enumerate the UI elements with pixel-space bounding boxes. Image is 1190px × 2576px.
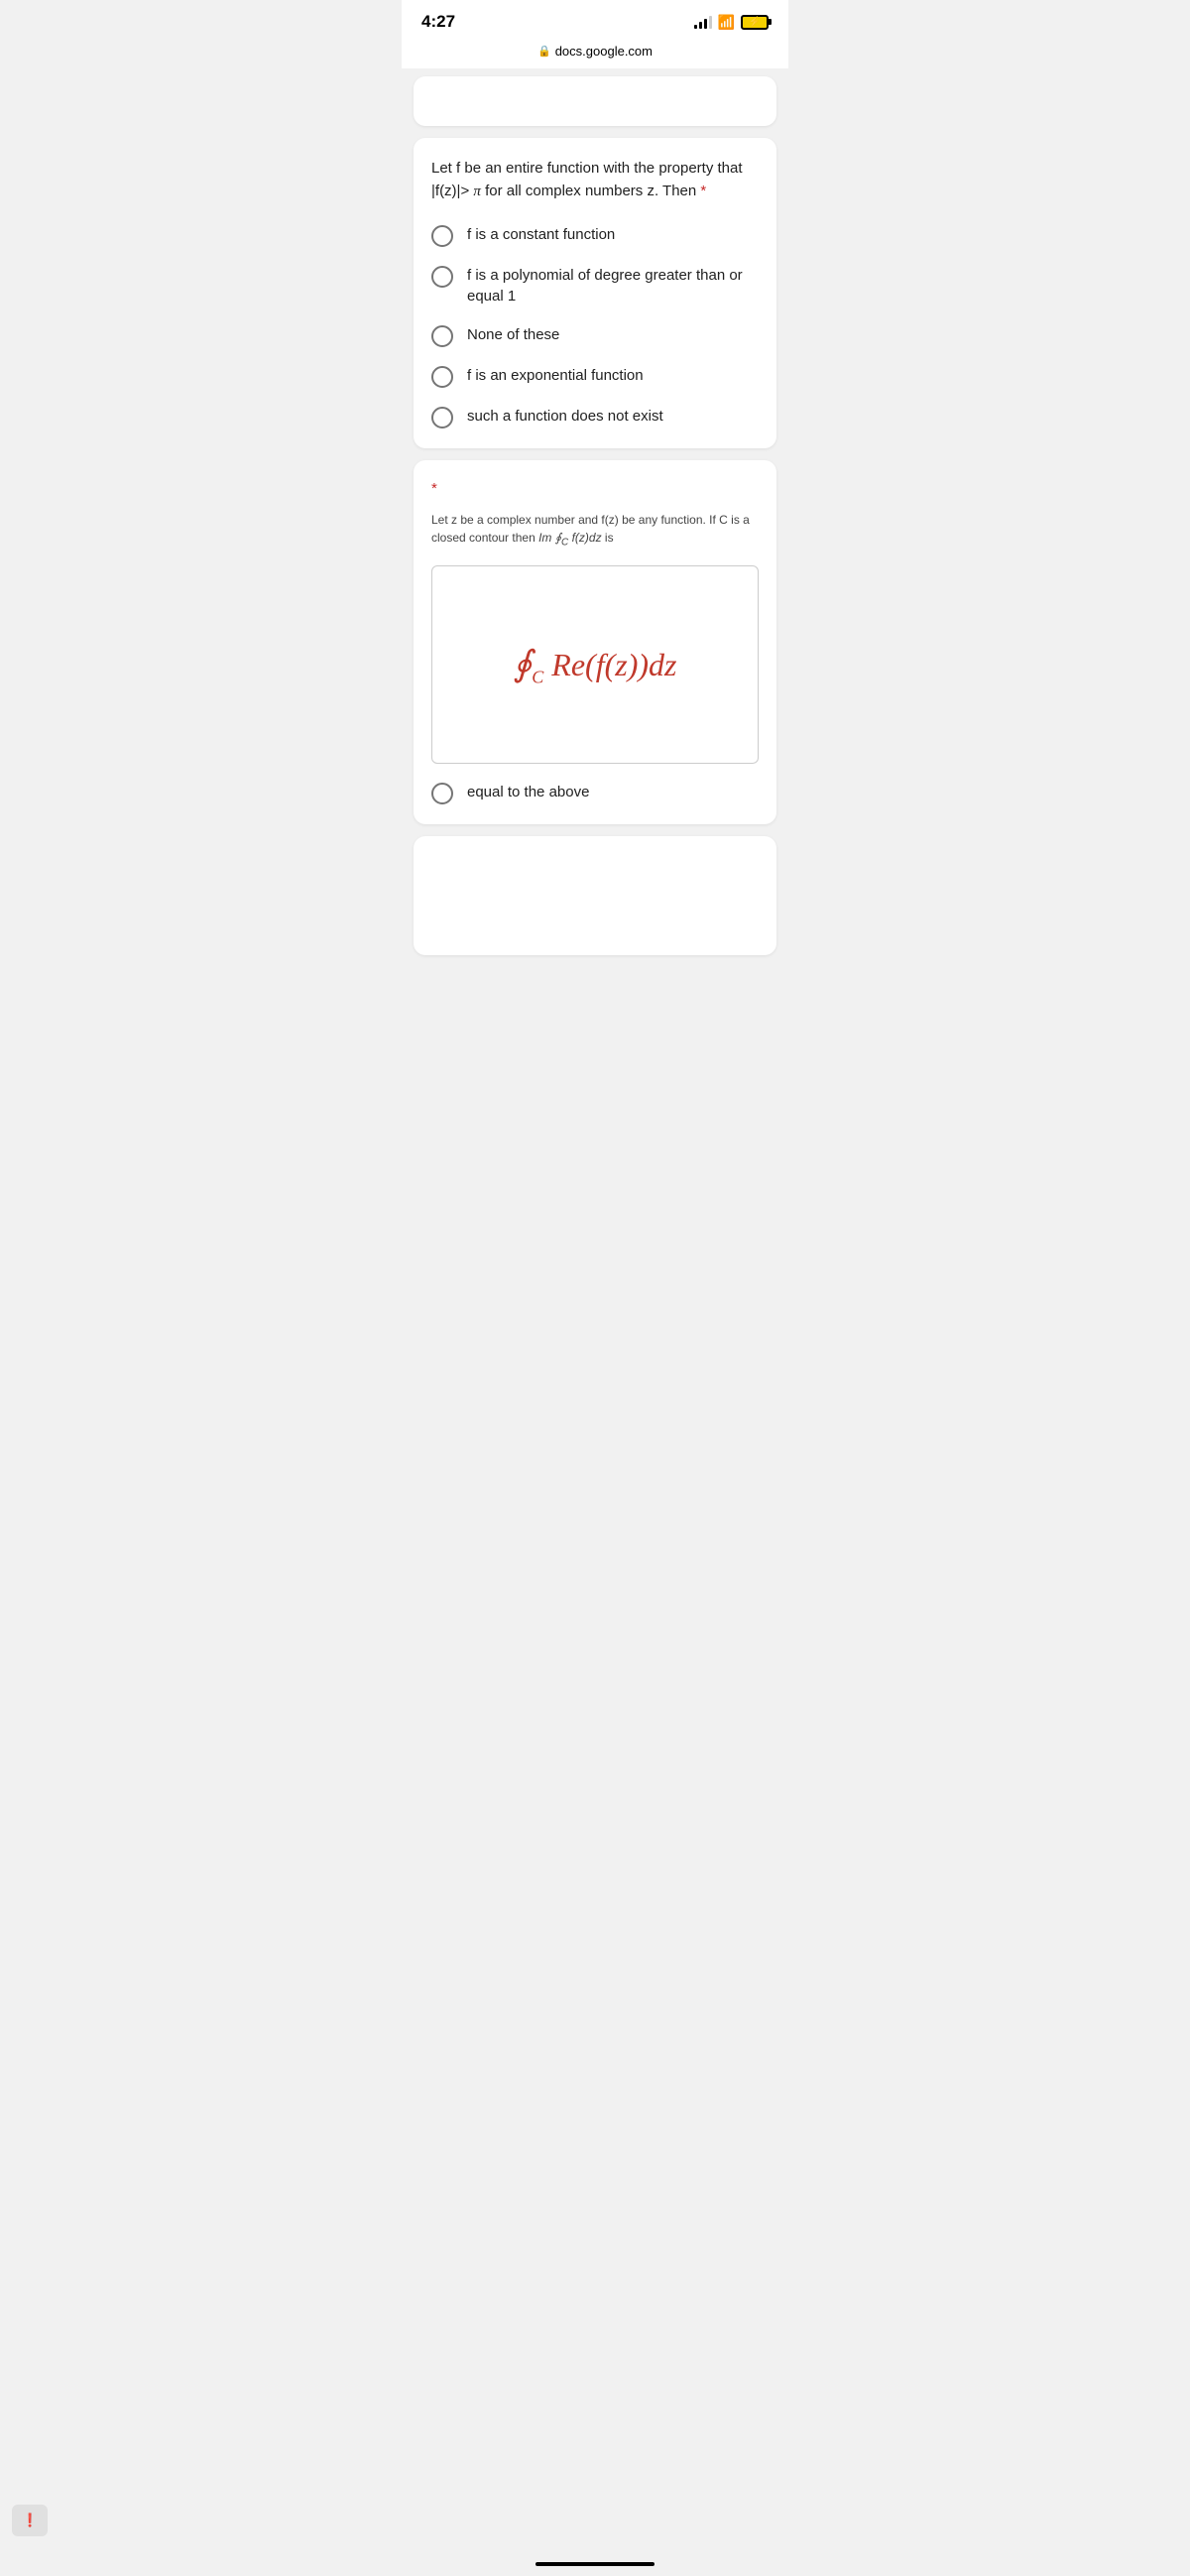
radio-option-5[interactable] <box>431 407 453 429</box>
formula-text: ∮C Re(f(z))dz <box>514 643 677 687</box>
question2-required-star: * <box>431 480 759 497</box>
question2-subtext: Let z be a complex number and f(z) be an… <box>431 511 759 550</box>
option-item-3[interactable]: None of these <box>431 324 759 347</box>
option-item-2[interactable]: f is a polynomial of degree greater than… <box>431 265 759 307</box>
status-bar: 4:27 📶 ⚡ <box>402 0 788 38</box>
feedback-icon: ❗ <box>22 2513 38 2528</box>
signal-bars-icon <box>694 15 712 29</box>
option-label-4: f is an exponential function <box>467 365 644 386</box>
page-content: Let f be an entire function with the pro… <box>402 68 788 963</box>
option-label-3: None of these <box>467 324 559 345</box>
radio-option-3[interactable] <box>431 325 453 347</box>
option-item-5[interactable]: such a function does not exist <box>431 406 759 429</box>
home-indicator <box>536 2562 654 2566</box>
url-text: docs.google.com <box>555 44 653 59</box>
signal-bar-2 <box>699 22 702 29</box>
feedback-button[interactable]: ❗ <box>12 2505 48 2536</box>
option-label-5: such a function does not exist <box>467 406 663 427</box>
question1-required-star: * <box>700 183 706 199</box>
formula-box: ∮C Re(f(z))dz <box>431 565 759 764</box>
question1-options: f is a constant function f is a polynomi… <box>431 224 759 429</box>
status-icons: 📶 ⚡ <box>694 14 769 31</box>
option-item-4[interactable]: f is an exponential function <box>431 365 759 388</box>
option-item-equal[interactable]: equal to the above <box>431 782 759 804</box>
url-bar: 🔒 docs.google.com <box>402 38 788 68</box>
option-label-equal: equal to the above <box>467 782 589 802</box>
question1-text: Let f be an entire function with the pro… <box>431 158 759 202</box>
question1-card: Let f be an entire function with the pro… <box>414 138 776 448</box>
signal-bar-3 <box>704 19 707 29</box>
battery-icon: ⚡ <box>741 15 769 30</box>
wifi-icon: 📶 <box>718 14 735 31</box>
top-partial-card <box>414 76 776 126</box>
radio-option-1[interactable] <box>431 225 453 247</box>
bottom-partial-card <box>414 836 776 955</box>
question2-card: * Let z be a complex number and f(z) be … <box>414 460 776 824</box>
option-label-2: f is a polynomial of degree greater than… <box>467 265 759 307</box>
radio-option-equal[interactable] <box>431 783 453 804</box>
lock-icon: 🔒 <box>537 45 551 58</box>
signal-bar-4 <box>709 16 712 29</box>
status-time: 4:27 <box>421 12 455 32</box>
option-item-1[interactable]: f is a constant function <box>431 224 759 247</box>
radio-option-4[interactable] <box>431 366 453 388</box>
radio-option-2[interactable] <box>431 266 453 288</box>
battery-bolt: ⚡ <box>749 17 761 28</box>
signal-bar-1 <box>694 25 697 29</box>
option-label-1: f is a constant function <box>467 224 615 245</box>
